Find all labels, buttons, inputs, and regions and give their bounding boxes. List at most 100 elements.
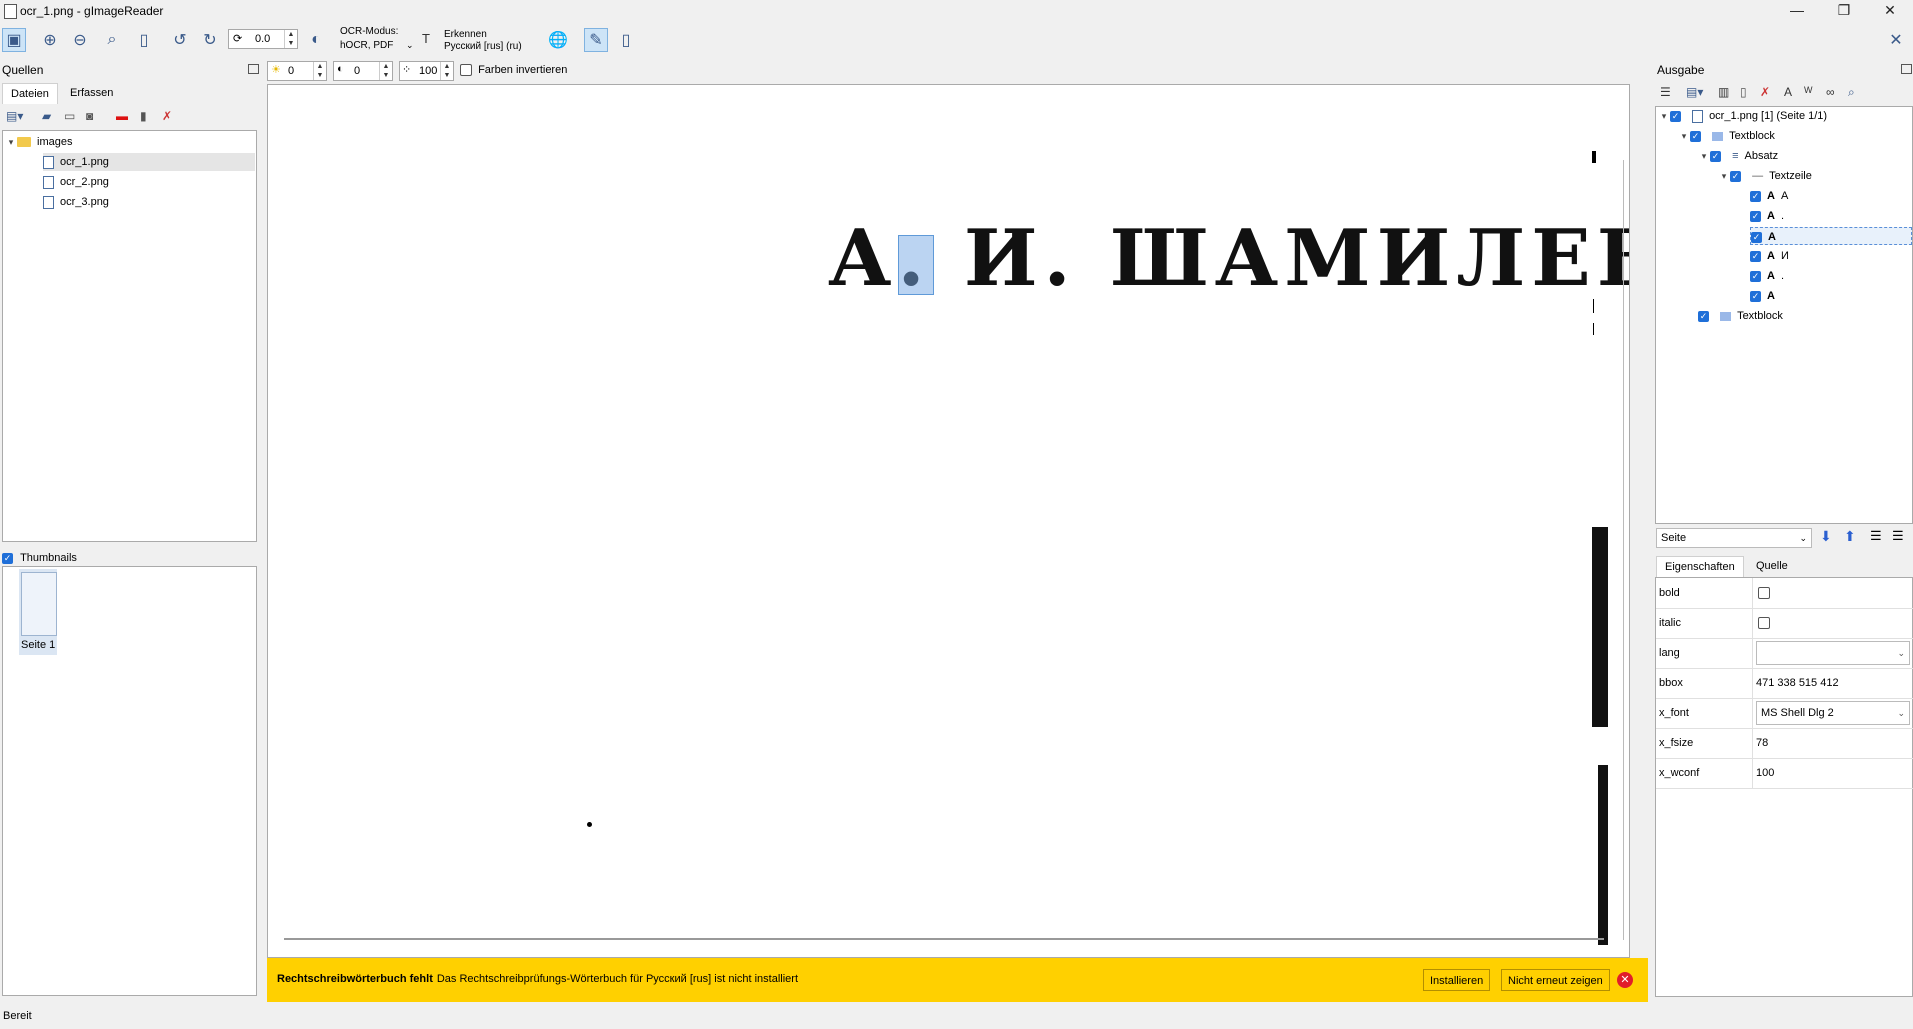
font-select[interactable]: MS Shell Dlg 2 ⌄ bbox=[1756, 701, 1910, 725]
open-folder-icon[interactable]: ▰ bbox=[42, 109, 51, 123]
page-select[interactable]: Seite ⌄ bbox=[1656, 528, 1812, 548]
chevron-down-icon[interactable]: ▾ bbox=[1698, 147, 1710, 165]
checkbox[interactable]: ✓ bbox=[1751, 231, 1762, 243]
checkbox[interactable]: ✓ bbox=[1750, 210, 1761, 222]
checkbox[interactable]: ✓ bbox=[1698, 310, 1709, 322]
chevron-down-icon[interactable]: ▾ bbox=[5, 133, 17, 151]
globe-icon[interactable]: 🌐 bbox=[546, 28, 570, 52]
brightness-stepper[interactable]: ▲ ▼ bbox=[313, 62, 326, 80]
minimize-button[interactable]: — bbox=[1774, 0, 1820, 22]
dont-show-button[interactable]: Nicht erneut zeigen bbox=[1501, 969, 1610, 991]
chevron-down-icon[interactable]: ▾ bbox=[1658, 107, 1670, 125]
tree-word[interactable]: ✓ A А bbox=[1750, 187, 1788, 205]
chevron-down-icon[interactable]: ▾ bbox=[1718, 167, 1730, 185]
delete-icon[interactable]: ▮ bbox=[140, 109, 147, 123]
original-size-icon[interactable]: ▯ bbox=[132, 28, 156, 52]
zoom-out-icon[interactable]: ⊖ bbox=[68, 28, 92, 52]
rotation-stepper[interactable]: ▲ ▼ bbox=[284, 30, 297, 48]
collapse-all-icon[interactable]: ☰ bbox=[1892, 528, 1904, 544]
brightness-spinbox[interactable]: ☀ 0 ▲ ▼ bbox=[267, 61, 327, 81]
horizontal-scrollbar[interactable] bbox=[284, 938, 1604, 940]
checkbox[interactable]: ✓ bbox=[1750, 250, 1761, 262]
contrast-stepper[interactable]: ▲ ▼ bbox=[379, 62, 392, 80]
rotation-spinbox[interactable]: ⟳ 0.0 ▲ ▼ bbox=[228, 29, 298, 49]
edit-output-icon[interactable]: ✎ bbox=[584, 28, 608, 52]
tree-word-selected[interactable]: ✓ A bbox=[1750, 227, 1912, 245]
tab-eigenschaften[interactable]: Eigenschaften bbox=[1656, 556, 1744, 577]
open-file-icon[interactable]: ▤▾ bbox=[6, 109, 23, 123]
selection-box[interactable] bbox=[898, 235, 934, 295]
clear-icon[interactable]: ✗ bbox=[162, 109, 172, 123]
tree-root[interactable]: ▾ ✓ ocr_1.png [1] (Seite 1/1) bbox=[1658, 107, 1827, 125]
maximize-button[interactable]: ❐ bbox=[1821, 0, 1867, 22]
clear-output-icon[interactable]: ✗ bbox=[1760, 85, 1770, 99]
tree-textblock[interactable]: ✓ Textblock bbox=[1698, 307, 1783, 325]
italic-checkbox[interactable] bbox=[1758, 617, 1770, 629]
output-mode-icon[interactable]: ☰ bbox=[1660, 85, 1671, 99]
arrow-down-icon[interactable]: ⬇ bbox=[1820, 528, 1832, 545]
file-item[interactable]: ocr_3.png bbox=[43, 193, 109, 211]
tree-absatz[interactable]: ▾ ✓ ≡ Absatz bbox=[1698, 147, 1778, 165]
tree-word[interactable]: ✓ A bbox=[1750, 287, 1781, 305]
remove-icon[interactable]: ▬ bbox=[116, 109, 128, 123]
font-icon[interactable]: A bbox=[1784, 85, 1792, 99]
save-icon[interactable]: ▤▾ bbox=[1686, 85, 1703, 99]
recognize-button[interactable]: T Erkennen Русский [rus] (ru) bbox=[420, 25, 535, 55]
file-item[interactable]: ocr_1.png bbox=[43, 153, 255, 171]
thumbnails-toggle[interactable]: ✓ Thumbnails bbox=[2, 549, 77, 567]
resolution-spinbox[interactable]: ⁘ 100 ▲ ▼ bbox=[399, 61, 454, 81]
close-button[interactable]: ✕ bbox=[1867, 0, 1913, 22]
chevron-down-icon[interactable]: ▾ bbox=[1678, 127, 1690, 145]
tree-folder-images[interactable]: ▾ images bbox=[5, 133, 253, 151]
lang-select[interactable]: ⌄ bbox=[1756, 641, 1910, 665]
thumbnail-item[interactable]: Seite 1 bbox=[19, 569, 57, 655]
bold-checkbox[interactable] bbox=[1758, 587, 1770, 599]
tree-word[interactable]: ✓ A. bbox=[1750, 267, 1784, 285]
page-icon[interactable]: ▯ bbox=[614, 28, 638, 52]
checkbox[interactable]: ✓ bbox=[1750, 190, 1761, 202]
checkbox[interactable]: ✓ bbox=[1750, 270, 1761, 282]
link-icon[interactable]: ∞ bbox=[1826, 85, 1835, 99]
export-icon[interactable]: ▥ bbox=[1718, 85, 1729, 99]
ocr-mode-selector[interactable]: OCR-Modus: hOCR, PDF ⌄ bbox=[340, 25, 420, 55]
close-notification-icon[interactable]: ✕ bbox=[1617, 972, 1633, 988]
checkbox[interactable]: ✓ bbox=[1730, 170, 1741, 182]
tree-word[interactable]: ✓ A И bbox=[1750, 247, 1789, 265]
install-button[interactable]: Installieren bbox=[1423, 969, 1491, 991]
copy-icon[interactable]: ▯ bbox=[1740, 85, 1747, 99]
fsize-value[interactable]: 78 bbox=[1756, 737, 1768, 749]
tab-dateien[interactable]: Dateien bbox=[2, 83, 58, 104]
paste-icon[interactable]: ▭ bbox=[64, 109, 75, 123]
invert-colors-toggle[interactable]: Farben invertieren bbox=[460, 64, 567, 77]
rotate-left-icon[interactable]: ↺ bbox=[168, 28, 192, 52]
tree-textblock[interactable]: ▾ ✓ Textblock bbox=[1678, 127, 1775, 145]
tree-textzeile[interactable]: ▾ ✓ — Textzeile bbox=[1718, 167, 1812, 185]
screenshot-icon[interactable]: ◙ bbox=[86, 109, 93, 123]
expand-all-icon[interactable]: ☰ bbox=[1870, 528, 1882, 544]
undock-icon[interactable] bbox=[248, 64, 259, 74]
tree-word[interactable]: ✓ A. bbox=[1750, 207, 1784, 225]
undock-icon[interactable] bbox=[1901, 64, 1912, 74]
settings-tools-icon[interactable]: ✕ bbox=[1884, 28, 1908, 52]
wconf-value[interactable]: 100 bbox=[1756, 767, 1774, 779]
arrow-up-icon[interactable]: ⬆ bbox=[1844, 528, 1856, 545]
zoom-in-icon[interactable]: ⊕ bbox=[38, 28, 62, 52]
checkbox[interactable]: ✓ bbox=[1750, 290, 1761, 302]
invert-colors-checkbox[interactable] bbox=[460, 64, 472, 77]
rotate-right-icon[interactable]: ↻ bbox=[198, 28, 222, 52]
checkbox[interactable]: ✓ bbox=[1710, 150, 1721, 162]
resolution-stepper[interactable]: ▲ ▼ bbox=[440, 62, 453, 80]
vertical-scrollbar[interactable] bbox=[1623, 160, 1624, 940]
contrast-spinbox[interactable]: ◐ 0 ▲ ▼ bbox=[333, 61, 393, 81]
bbox-value[interactable]: 471 338 515 412 bbox=[1756, 677, 1839, 689]
checkbox[interactable]: ✓ bbox=[1670, 110, 1681, 122]
tab-quelle[interactable]: Quelle bbox=[1748, 556, 1796, 576]
checkbox[interactable]: ✓ bbox=[1690, 130, 1701, 142]
autodetect-layout-icon[interactable]: ◐ bbox=[304, 28, 328, 52]
tab-erfassen[interactable]: Erfassen bbox=[62, 83, 121, 103]
thumbnails-checkbox[interactable]: ✓ bbox=[2, 552, 13, 564]
file-item[interactable]: ocr_2.png bbox=[43, 173, 109, 191]
image-canvas[interactable]: А. И. ШАМИЛЕВ bbox=[267, 84, 1630, 958]
add-image-icon[interactable]: ▣ bbox=[2, 28, 26, 52]
wconf-icon[interactable]: W bbox=[1804, 85, 1813, 95]
